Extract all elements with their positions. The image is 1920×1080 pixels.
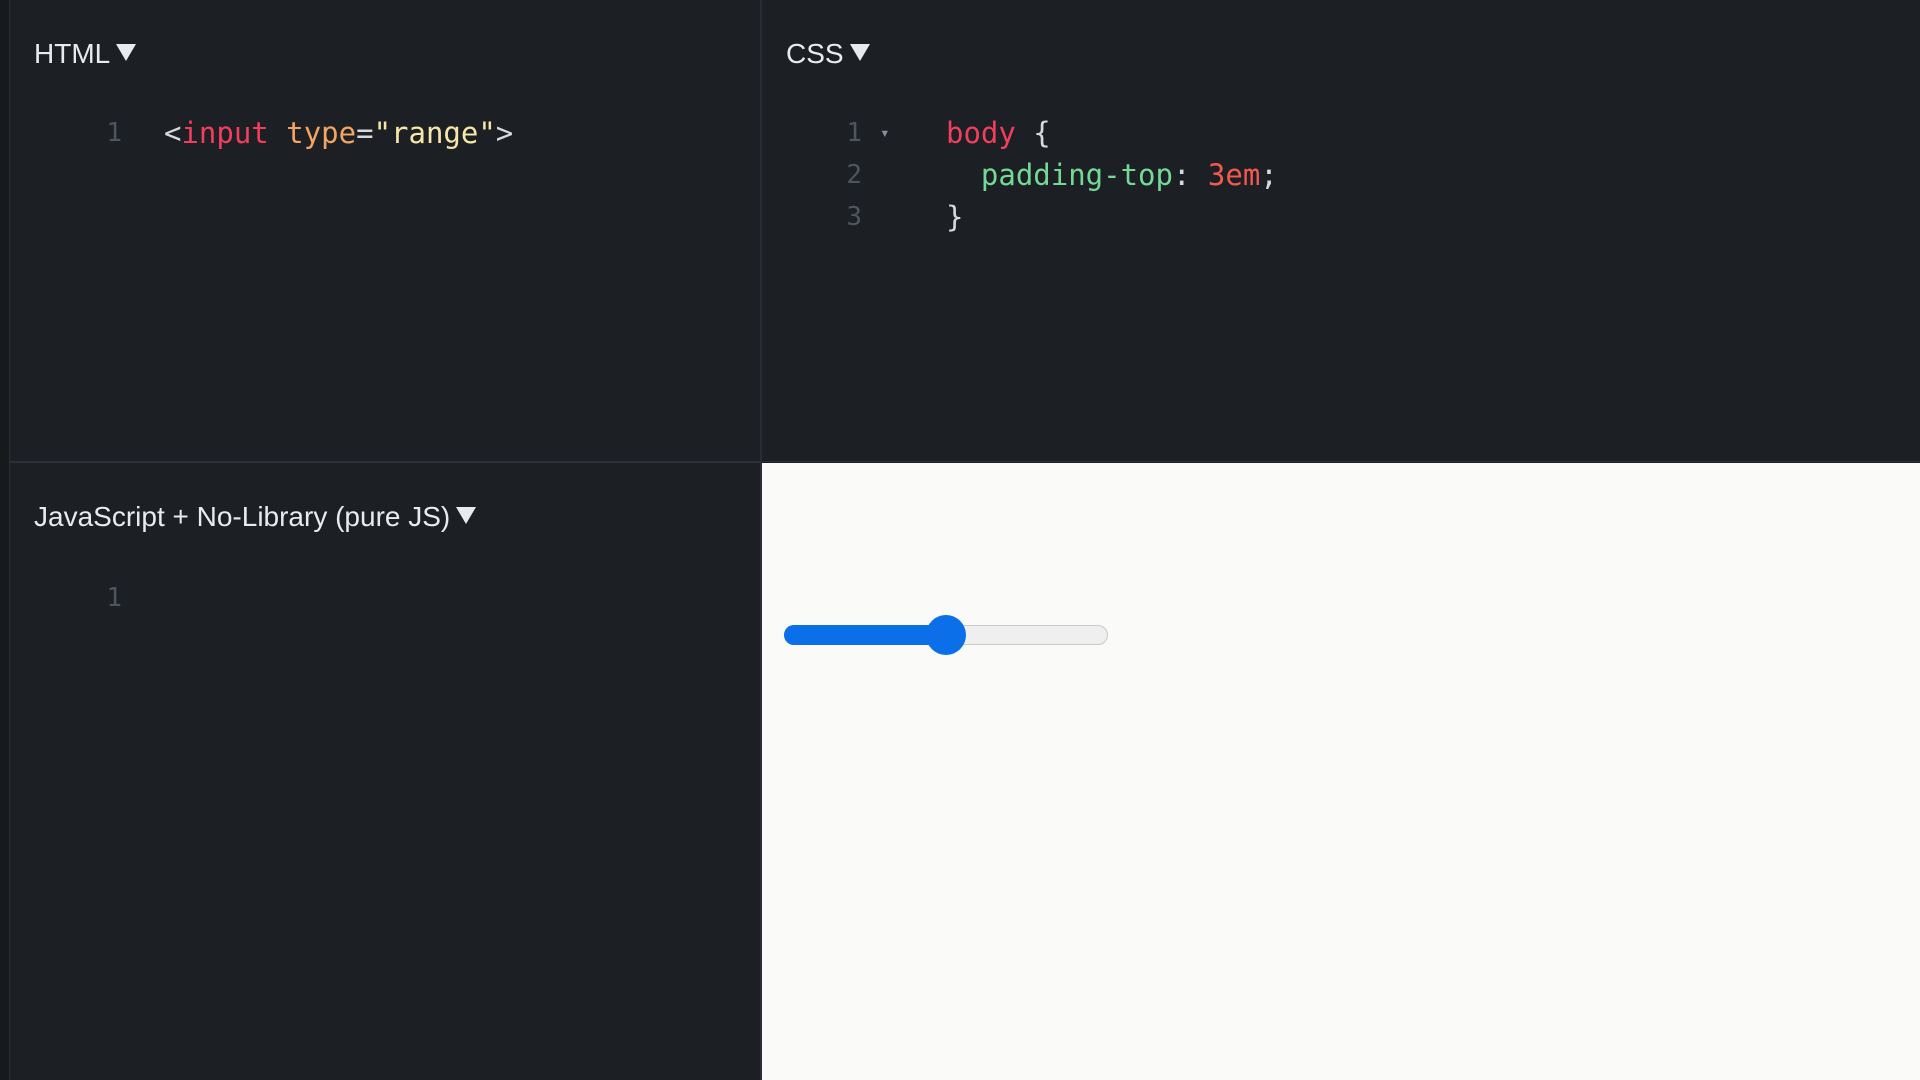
code-text: padding-top: 3em; xyxy=(946,154,1278,196)
html-code-area[interactable]: 1 <input type="range"> xyxy=(62,112,742,154)
html-editor-panel: HTML 1 <input type="range"> xyxy=(10,0,760,463)
code-token: ; xyxy=(1260,158,1278,192)
range-thumb[interactable] xyxy=(926,615,966,655)
caret-down-icon[interactable] xyxy=(456,506,477,524)
caret-down-icon[interactable] xyxy=(849,43,870,61)
code-playground: HTML 1 <input type="range"> CSS 1 ▾ body {2… xyxy=(0,0,1920,1080)
line-number: 1 xyxy=(106,583,122,613)
css-editor-panel: CSS 1 ▾ body {2 padding-top: 3em; 3} xyxy=(762,0,1920,462)
js-editor-panel: JavaScript + No-Library (pure JS) 1 xyxy=(10,465,760,1080)
code-token: "range" xyxy=(373,116,496,150)
code-line[interactable]: 1 <input type="range"> xyxy=(62,112,742,154)
range-fill xyxy=(784,625,946,645)
result-preview-panel xyxy=(762,463,1920,1080)
code-token: input xyxy=(181,116,269,150)
code-token: : xyxy=(1172,158,1208,192)
code-token: = xyxy=(356,116,374,150)
code-token: padding-top xyxy=(946,158,1173,192)
caret-down-icon[interactable] xyxy=(116,43,137,61)
code-line[interactable]: 1 ▾ body { xyxy=(802,112,1902,154)
js-panel-header[interactable]: JavaScript + No-Library (pure JS) xyxy=(34,499,477,535)
code-token: { xyxy=(1015,116,1051,150)
js-code-area[interactable]: 1 xyxy=(62,577,742,619)
line-number: 3 xyxy=(846,202,862,232)
html-panel-header[interactable]: HTML xyxy=(34,36,137,72)
code-line[interactable]: 1 xyxy=(62,577,742,619)
css-code-area[interactable]: 1 ▾ body {2 padding-top: 3em; 3} xyxy=(802,112,1902,238)
code-text: body { xyxy=(946,112,1051,154)
range-slider[interactable] xyxy=(784,615,1108,655)
fold-arrow-icon[interactable]: ▾ xyxy=(880,112,890,154)
code-token: body xyxy=(946,116,1016,150)
code-token: } xyxy=(946,200,964,234)
code-token: type xyxy=(286,116,357,150)
line-number: 2 xyxy=(846,160,862,190)
code-text: <input type="range"> xyxy=(164,112,513,154)
code-line[interactable]: 2 padding-top: 3em; xyxy=(802,154,1902,196)
css-panel-title: CSS xyxy=(786,38,844,69)
code-line[interactable]: 3} xyxy=(802,196,1902,238)
line-number: 1 xyxy=(106,118,122,148)
left-edge-strip xyxy=(0,0,10,1080)
code-token: < xyxy=(164,116,182,150)
js-panel-title: JavaScript + No-Library (pure JS) xyxy=(34,501,451,532)
line-number: 1 xyxy=(846,118,862,148)
code-text: } xyxy=(946,196,963,238)
html-panel-title: HTML xyxy=(34,38,111,69)
code-token: 3em xyxy=(1207,158,1261,192)
code-token: > xyxy=(495,116,514,150)
css-panel-header[interactable]: CSS xyxy=(786,36,870,72)
